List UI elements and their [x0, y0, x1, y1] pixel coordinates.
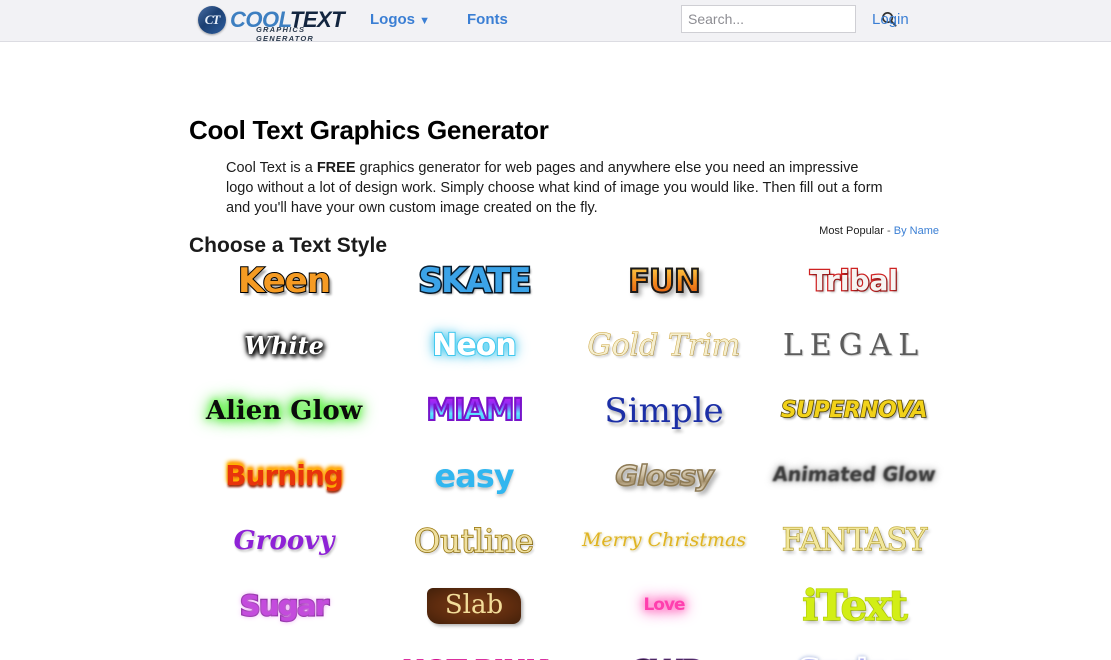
- sort-most-popular[interactable]: Most Popular: [819, 225, 884, 237]
- style-cell[interactable]: Gold Trim: [569, 313, 759, 378]
- site-logo[interactable]: CT COOLTEXT GRAPHICS GENERATOR: [198, 3, 345, 43]
- search-input[interactable]: [682, 6, 875, 32]
- style-cell[interactable]: FANTASY: [759, 508, 949, 573]
- style-label: Merry Christmas: [581, 529, 747, 551]
- style-cell[interactable]: Neon: [379, 313, 569, 378]
- style-label: Groovy: [233, 525, 335, 556]
- logo-badge-icon: CT: [198, 6, 226, 34]
- style-label: Neon: [431, 327, 517, 363]
- style-label: Keen: [237, 260, 332, 301]
- style-cell[interactable]: FUN: [569, 248, 759, 313]
- style-cell[interactable]: Slab: [379, 573, 569, 638]
- style-cell[interactable]: Merry Christmas: [569, 508, 759, 573]
- style-cell[interactable]: iText: [759, 573, 949, 638]
- sort-by-name-link[interactable]: By Name: [894, 225, 939, 237]
- intro-part1: Cool Text is a: [226, 159, 317, 176]
- style-cell[interactable]: CLUB: [569, 638, 759, 660]
- nav-item-logos[interactable]: Logos ▼: [370, 11, 430, 28]
- intro-paragraph: Cool Text is a FREE graphics generator f…: [226, 158, 886, 218]
- login-link[interactable]: Login: [872, 11, 909, 28]
- text-style-grid: Keen SKATE FUN Tribal White Neon Gold Trim LEGA…: [189, 248, 949, 660]
- intro-free-emphasis: FREE: [316, 159, 356, 176]
- style-label: Burning: [225, 458, 344, 492]
- style-label: Sugar: [239, 588, 330, 622]
- style-cell[interactable]: Glossy: [569, 443, 759, 508]
- style-label: FANTASY: [781, 522, 928, 558]
- style-label: Glossy: [615, 458, 715, 492]
- style-cell[interactable]: Alien Glow: [189, 378, 379, 443]
- nav-item-fonts[interactable]: Fonts: [467, 11, 508, 28]
- sort-options: Most Popular - By Name: [819, 225, 939, 237]
- style-cell[interactable]: Animated Glow: [759, 443, 949, 508]
- style-cell[interactable]: Tribal: [759, 248, 949, 313]
- search-box[interactable]: [681, 5, 897, 33]
- style-label: Animated Glow: [771, 464, 937, 486]
- style-label: Alien Glow: [205, 395, 363, 426]
- sort-separator: -: [883, 225, 894, 237]
- style-cell[interactable]: Sugar: [189, 573, 379, 638]
- style-cell[interactable]: LEGAL: [759, 313, 949, 378]
- chevron-down-icon: ▼: [419, 15, 431, 27]
- style-label: Slab: [426, 587, 522, 624]
- style-label: Tribal: [809, 263, 899, 297]
- style-cell[interactable]: easy: [379, 443, 569, 508]
- style-label: HOT PINK: [401, 655, 548, 660]
- style-label: Gold Trim: [587, 327, 741, 363]
- style-label: Spring: [797, 654, 912, 660]
- nav-fonts-label: Fonts: [467, 11, 508, 28]
- style-cell[interactable]: Love: [569, 573, 759, 638]
- style-cell[interactable]: SPACED OUT: [189, 638, 379, 660]
- style-label: Simple: [604, 390, 724, 431]
- style-cell[interactable]: SUPERNOVA: [759, 378, 949, 443]
- site-header: CT COOLTEXT GRAPHICS GENERATOR Logos ▼ F…: [0, 0, 1111, 43]
- style-label: White: [244, 330, 324, 360]
- nav-logos-label: Logos: [370, 11, 415, 28]
- style-cell[interactable]: Simple: [569, 378, 759, 443]
- logo-tagline: GRAPHICS GENERATOR: [256, 25, 315, 43]
- style-label: CLUB: [626, 653, 702, 660]
- style-cell[interactable]: Outline: [379, 508, 569, 573]
- page-title: Cool Text Graphics Generator: [189, 115, 549, 146]
- style-cell[interactable]: Keen: [189, 248, 379, 313]
- style-label: MIAMI: [425, 392, 524, 428]
- style-label: LEGAL: [782, 327, 926, 363]
- style-label: iText: [801, 580, 908, 630]
- style-label: SUPERNOVA: [780, 397, 928, 423]
- style-cell[interactable]: Groovy: [189, 508, 379, 573]
- style-label: SKATE: [417, 260, 533, 301]
- style-cell[interactable]: White: [189, 313, 379, 378]
- style-label: easy: [433, 456, 515, 495]
- style-label: Love: [643, 595, 687, 615]
- style-label: Outline: [413, 521, 534, 560]
- style-cell[interactable]: MIAMI: [379, 378, 569, 443]
- style-cell[interactable]: Spring: [759, 638, 949, 660]
- style-cell[interactable]: HOT PINK: [379, 638, 569, 660]
- style-cell[interactable]: Burning: [189, 443, 379, 508]
- style-label: FUN: [627, 261, 702, 300]
- style-cell[interactable]: SKATE: [379, 248, 569, 313]
